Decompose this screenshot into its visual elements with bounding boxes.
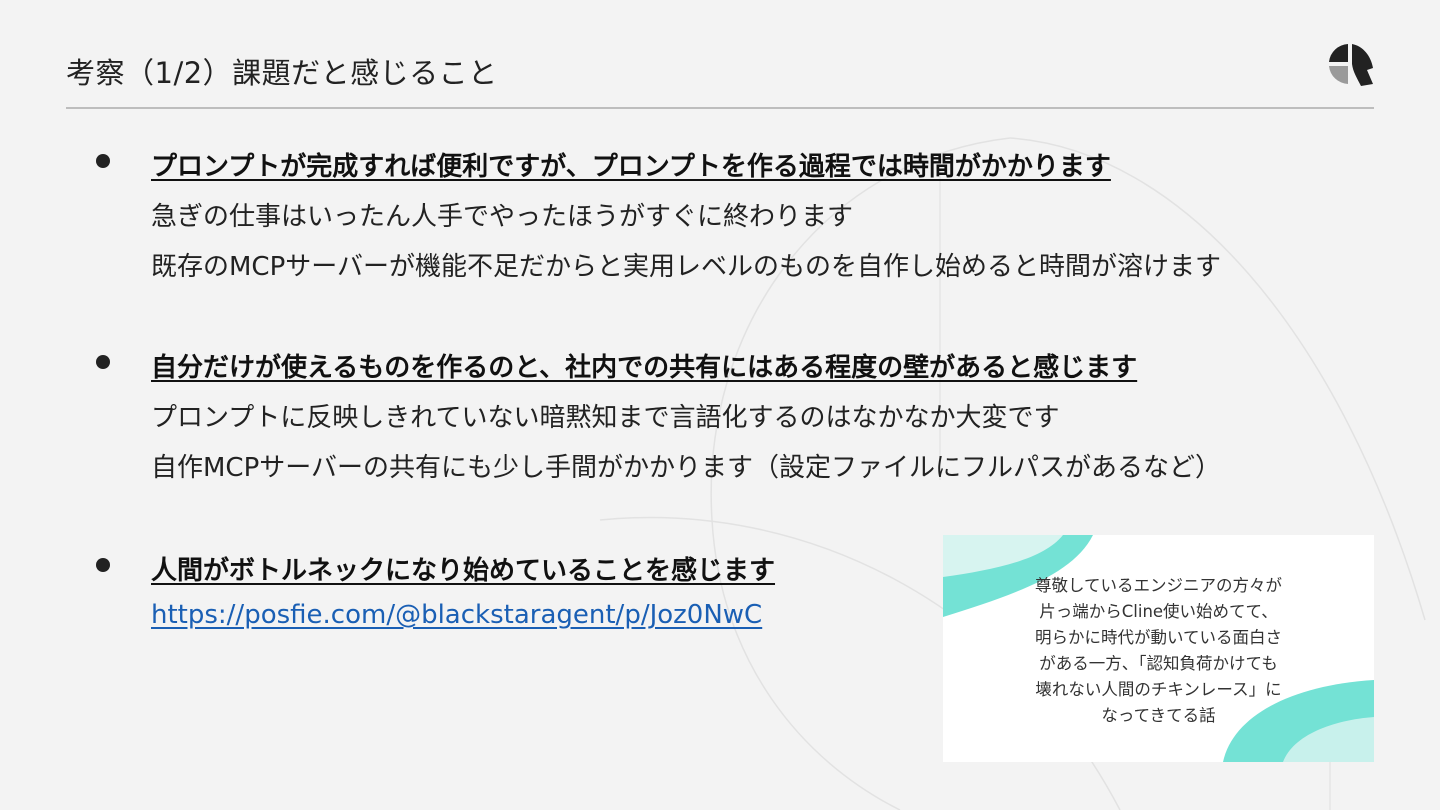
- bullet-heading: 人間がボトルネックになり始めていることを感じます: [151, 556, 776, 586]
- title-divider: [66, 107, 1374, 109]
- bullet-text-line: プロンプトに反映しきれていない暗黙知まで言語化するのはなかなか大変です: [151, 403, 1060, 433]
- card-text-line: なってきてる話: [1101, 706, 1216, 725]
- reference-link[interactable]: https://posfie.com/@blackstaragent/p/Joz…: [151, 600, 762, 630]
- bullet-dot: [96, 355, 110, 369]
- article-preview-card[interactable]: 尊敬しているエンジニアの方々が 片っ端からCline使い始めてて、 明らかに時代…: [943, 535, 1374, 762]
- bullet-heading: プロンプトが完成すれば便利ですが、プロンプトを作る過程では時間がかかります: [151, 152, 1111, 182]
- brand-logo-icon: [1329, 44, 1373, 86]
- bullet-text-line: 既存のMCPサーバーが機能不足だからと実用レベルのものを自作し始めると時間が溶け…: [151, 252, 1222, 282]
- card-text-line: 尊敬しているエンジニアの方々が: [1034, 576, 1282, 595]
- slide-title: 考察（1/2）課題だと感じること: [66, 56, 498, 90]
- bullet-dot: [96, 154, 110, 168]
- card-text-line: 片っ端からCline使い始めてて、: [1039, 602, 1278, 621]
- bullet-text-line: 急ぎの仕事はいったん人手でやったほうがすぐに終わります: [151, 202, 854, 232]
- bullet-text-line: 自作MCPサーバーの共有にも少し手間がかかります（設定ファイルにフルパスがあるな…: [151, 453, 1222, 483]
- bullet-dot: [96, 558, 110, 572]
- card-text-line: がある一方、「認知負荷かけても: [1039, 654, 1278, 673]
- card-text-line: 壊れない人間のチキンレース」に: [1035, 680, 1282, 699]
- bullet-heading: 自分だけが使えるものを作るのと、社内での共有にはある程度の壁があると感じます: [151, 353, 1138, 383]
- card-text-line: 明らかに時代が動いている面白さ: [1034, 628, 1282, 647]
- card-excerpt: 尊敬しているエンジニアの方々が 片っ端からCline使い始めてて、 明らかに時代…: [943, 573, 1374, 729]
